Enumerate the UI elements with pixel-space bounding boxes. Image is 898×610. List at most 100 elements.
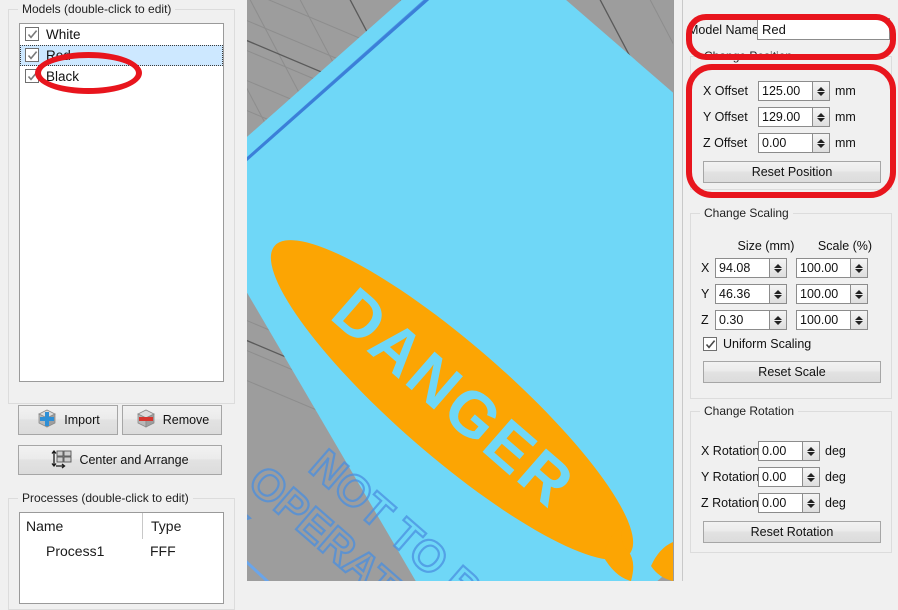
- y-rotation-value: 0.00: [762, 470, 787, 484]
- list-item-label: Red: [46, 47, 71, 63]
- uniform-scaling-label: Uniform Scaling: [723, 337, 812, 351]
- list-item-label: Black: [46, 68, 80, 84]
- list-item-black[interactable]: Black: [20, 66, 223, 87]
- column-header-name: Name: [26, 518, 64, 534]
- size-y-value: 46.36: [719, 287, 751, 301]
- scale-y-stepper[interactable]: [850, 285, 867, 303]
- process-name-cell: Process1: [46, 543, 105, 559]
- left-panel: Models (double-click to edit) White Red …: [0, 0, 240, 610]
- size-column-header: Size (mm): [737, 239, 795, 253]
- models-list[interactable]: White Red Black: [19, 23, 224, 382]
- column-header-type: Type: [142, 513, 223, 539]
- remove-button[interactable]: Remove: [122, 405, 222, 435]
- y-offset-value: 129.00: [762, 110, 801, 124]
- remove-button-label: Remove: [162, 413, 210, 427]
- model-name-input[interactable]: Red: [757, 18, 890, 40]
- scale-z-stepper[interactable]: [850, 311, 867, 329]
- x-rotation-unit: deg: [825, 444, 846, 458]
- z-offset-value: 0.00: [762, 136, 787, 150]
- cube-plus-icon: [36, 408, 58, 433]
- scale-y-spinner[interactable]: 100.00: [796, 284, 868, 304]
- x-offset-spinner[interactable]: 125.00: [758, 81, 830, 101]
- size-x-value: 94.08: [719, 261, 751, 275]
- z-rotation-unit: deg: [825, 496, 846, 510]
- z-offset-unit: mm: [835, 136, 856, 150]
- checkbox-black[interactable]: [25, 69, 39, 83]
- y-offset-unit: mm: [835, 110, 856, 124]
- scale-axis-z-label: Z: [701, 313, 709, 327]
- reset-rotation-label: Reset Rotation: [750, 525, 834, 539]
- y-offset-spinner[interactable]: 129.00: [758, 107, 830, 127]
- size-z-spinner[interactable]: 0.30: [715, 310, 787, 330]
- models-group-title: Models (double-click to edit): [18, 2, 176, 16]
- scale-column-header: Scale (%): [817, 239, 873, 253]
- reset-position-button[interactable]: Reset Position: [703, 161, 881, 183]
- process-type-cell: FFF: [150, 543, 176, 559]
- z-rotation-spinner[interactable]: 0.00: [758, 493, 820, 513]
- y-rotation-unit: deg: [825, 470, 846, 484]
- right-panel: Model Name: Red Change Position X Offset…: [682, 0, 898, 581]
- import-button-label: Import: [64, 413, 100, 427]
- scale-axis-y-label: Y: [701, 287, 710, 301]
- x-offset-label: X Offset: [703, 84, 748, 98]
- size-x-spinner[interactable]: 94.08: [715, 258, 787, 278]
- size-z-value: 0.30: [719, 313, 744, 327]
- z-offset-label: Z Offset: [703, 136, 748, 150]
- center-and-arrange-label: Center and Arrange: [79, 453, 189, 467]
- model-name-value: Red: [762, 22, 786, 37]
- size-y-stepper[interactable]: [769, 285, 786, 303]
- reset-position-label: Reset Position: [751, 165, 833, 179]
- change-position-title: Change Position: [700, 49, 797, 63]
- x-rotation-spinner[interactable]: 0.00: [758, 441, 820, 461]
- model-name-label: Model Name:: [688, 23, 763, 37]
- center-arrange-icon: [51, 449, 73, 472]
- 3d-viewport[interactable]: DANGER NOT TO BE OPERATED BY: [247, 0, 673, 581]
- processes-table[interactable]: Name Type Process1 FFF: [19, 512, 224, 604]
- y-offset-label: Y Offset: [703, 110, 748, 124]
- scale-z-spinner[interactable]: 100.00: [796, 310, 868, 330]
- table-header-row: Name Type: [20, 513, 223, 539]
- x-offset-stepper[interactable]: [812, 82, 829, 100]
- list-item-red[interactable]: Red: [20, 45, 223, 66]
- scale-x-spinner[interactable]: 100.00: [796, 258, 868, 278]
- y-rotation-stepper[interactable]: [802, 468, 819, 486]
- size-y-spinner[interactable]: 46.36: [715, 284, 787, 304]
- cube-minus-icon: [135, 408, 157, 433]
- model-danger-sign[interactable]: DANGER NOT TO BE OPERATED BY: [247, 0, 673, 581]
- y-rotation-label: Y Rotation: [701, 470, 760, 484]
- reset-scale-button[interactable]: Reset Scale: [703, 361, 881, 383]
- z-offset-stepper[interactable]: [812, 134, 829, 152]
- z-rotation-value: 0.00: [762, 496, 787, 510]
- table-row[interactable]: Process1 FFF: [20, 539, 223, 563]
- y-offset-stepper[interactable]: [812, 108, 829, 126]
- list-item-white[interactable]: White: [20, 24, 223, 45]
- y-rotation-spinner[interactable]: 0.00: [758, 467, 820, 487]
- models-group: Models (double-click to edit) White Red …: [8, 2, 235, 404]
- checkbox-red[interactable]: [25, 48, 39, 62]
- z-offset-spinner[interactable]: 0.00: [758, 133, 830, 153]
- reset-rotation-button[interactable]: Reset Rotation: [703, 521, 881, 543]
- z-rotation-stepper[interactable]: [802, 494, 819, 512]
- checkbox-white[interactable]: [25, 27, 39, 41]
- change-rotation-title: Change Rotation: [700, 404, 799, 418]
- x-offset-unit: mm: [835, 84, 856, 98]
- center-and-arrange-button[interactable]: Center and Arrange: [18, 445, 222, 475]
- x-rotation-label: X Rotation: [701, 444, 760, 458]
- scale-z-value: 100.00: [800, 313, 839, 327]
- change-scaling-title: Change Scaling: [700, 206, 793, 220]
- x-rotation-stepper[interactable]: [802, 442, 819, 460]
- size-x-stepper[interactable]: [769, 259, 786, 277]
- scale-y-value: 100.00: [800, 287, 839, 301]
- uniform-scaling-checkbox[interactable]: [703, 337, 717, 351]
- z-rotation-label: Z Rotation: [701, 496, 759, 510]
- processes-group-title: Processes (double-click to edit): [18, 491, 193, 505]
- build-plate-scene: DANGER NOT TO BE OPERATED BY: [247, 0, 673, 581]
- scale-x-stepper[interactable]: [850, 259, 867, 277]
- list-item-label: White: [46, 26, 81, 42]
- scale-x-value: 100.00: [800, 261, 839, 275]
- scale-axis-x-label: X: [701, 261, 710, 275]
- x-offset-value: 125.00: [762, 84, 801, 98]
- processes-group: Processes (double-click to edit) Name Ty…: [8, 491, 235, 610]
- import-button[interactable]: Import: [18, 405, 118, 435]
- size-z-stepper[interactable]: [769, 311, 786, 329]
